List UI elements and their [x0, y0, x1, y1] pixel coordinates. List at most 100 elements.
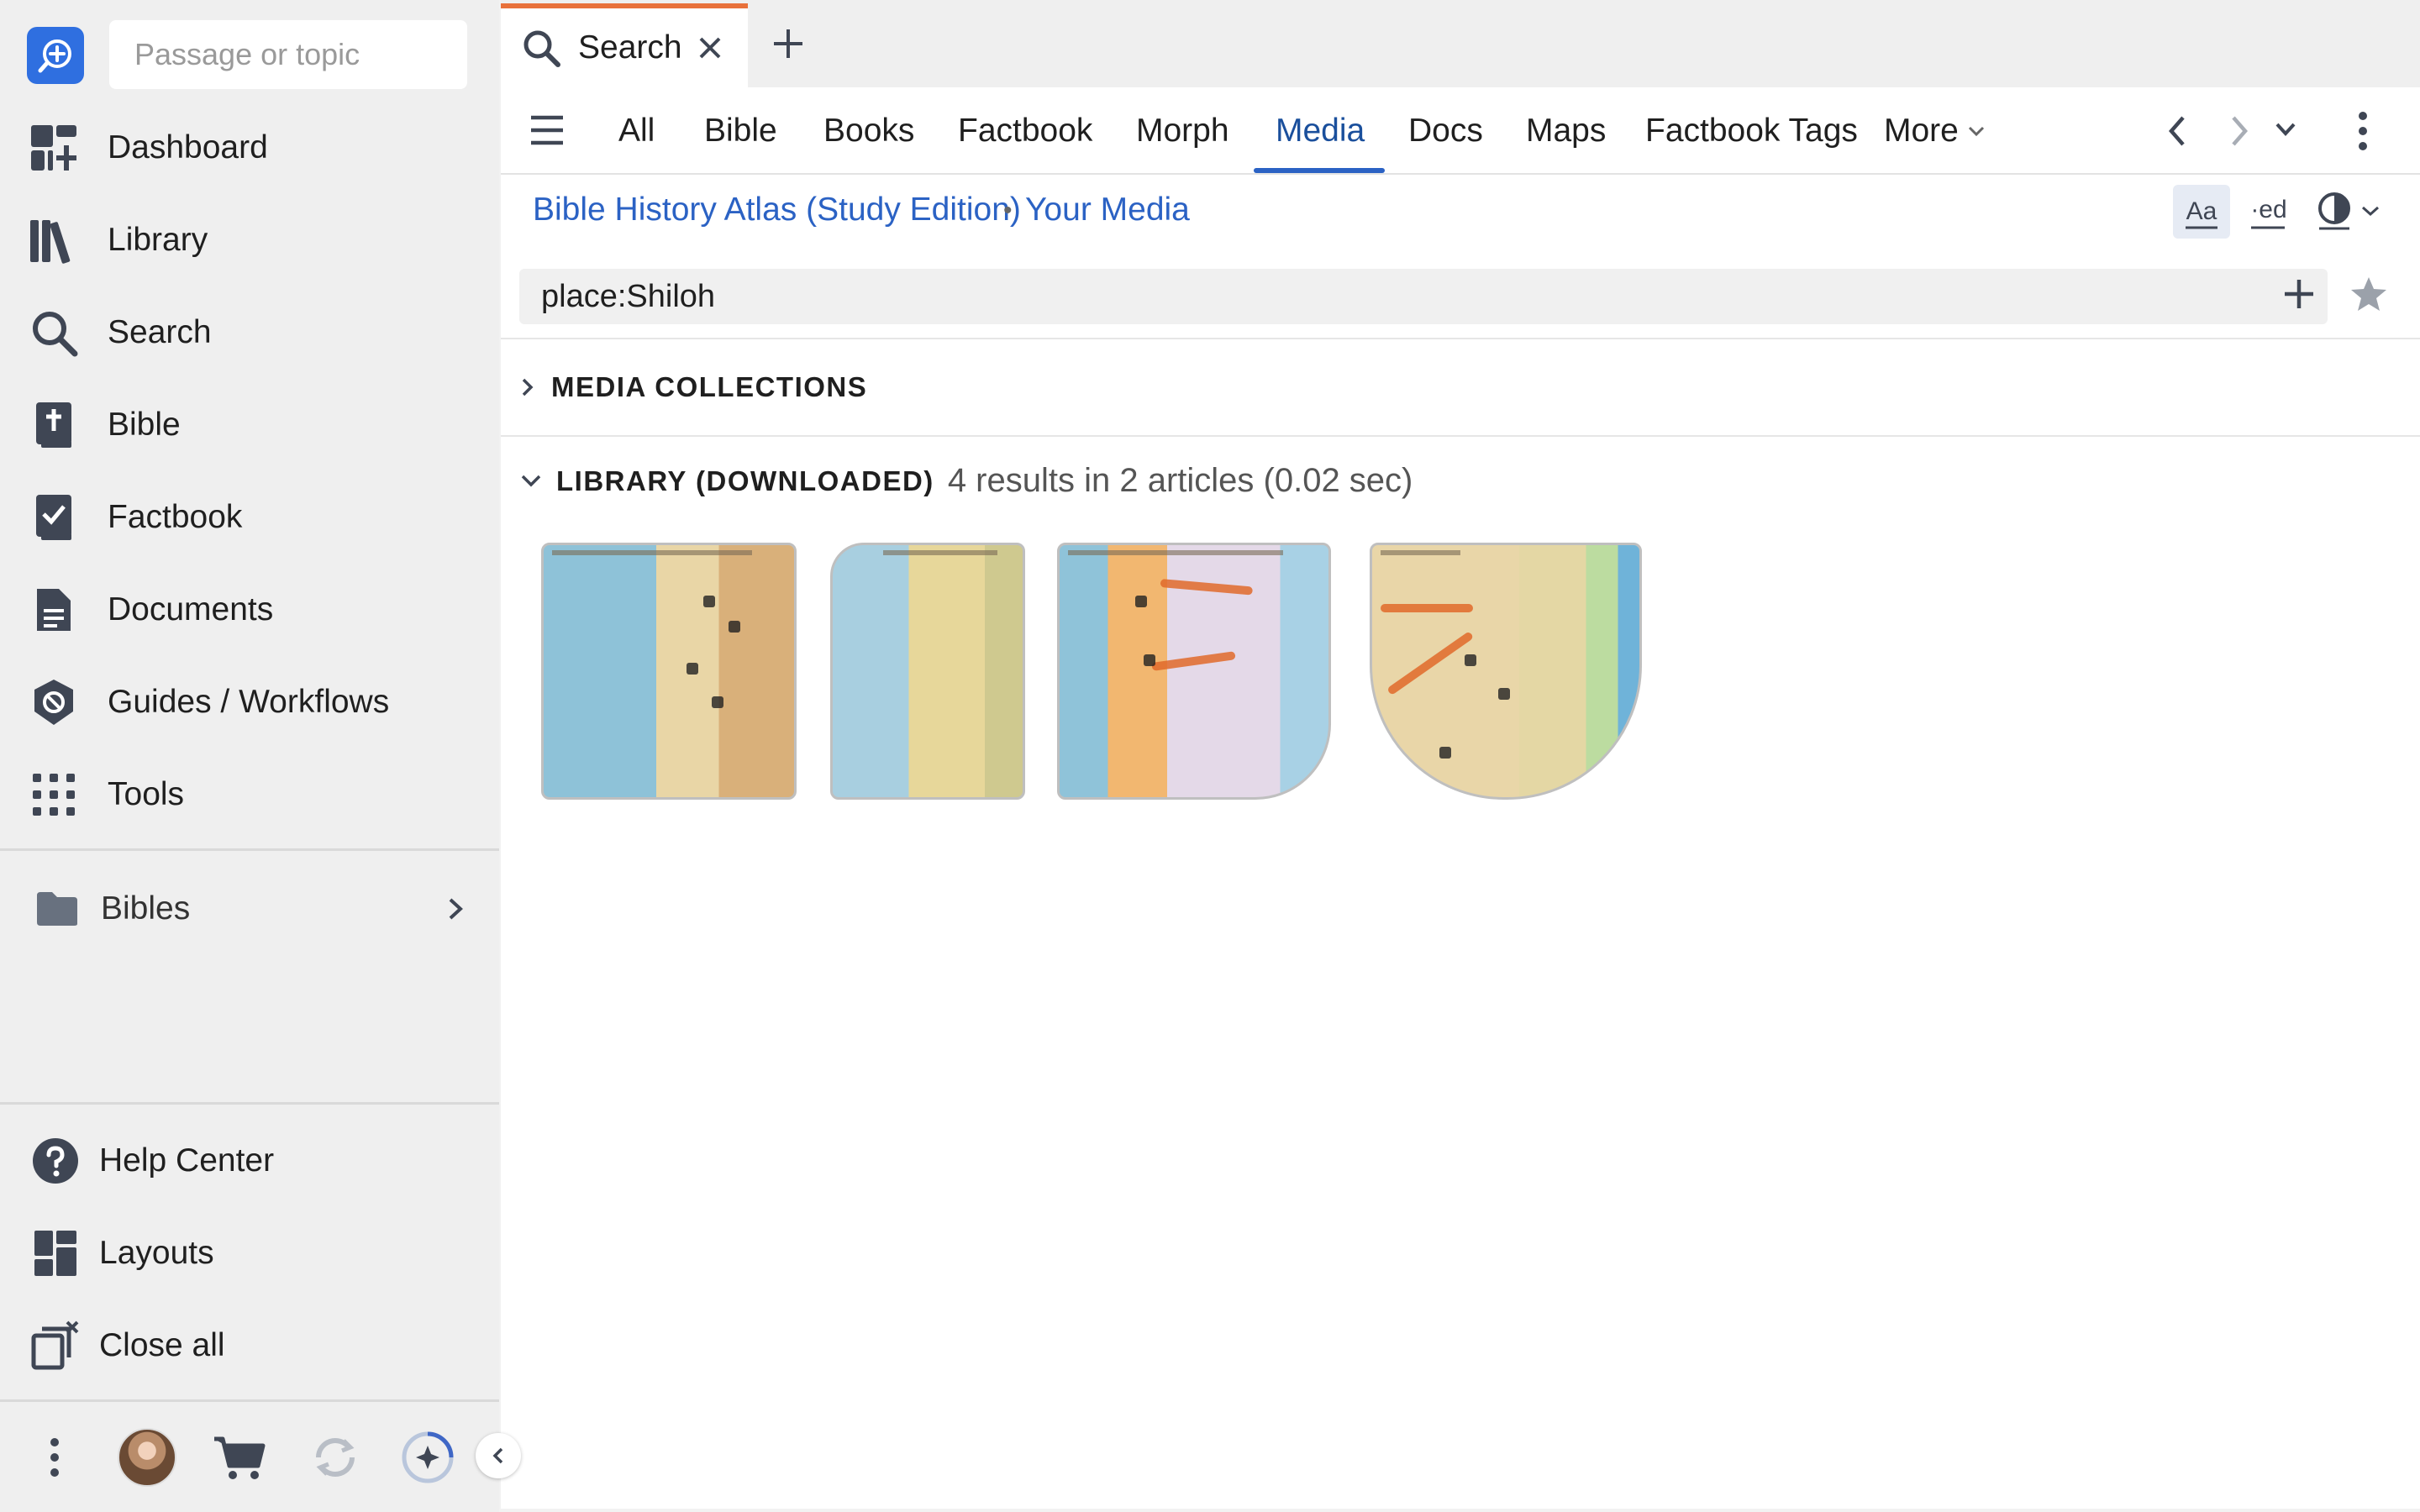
sidebar-item-label: Close all — [99, 1327, 225, 1363]
sidebar-item-library[interactable]: Library — [0, 198, 499, 282]
avatar[interactable] — [118, 1428, 176, 1487]
map-marker — [1439, 747, 1451, 759]
search-query-field[interactable]: place:Shiloh — [519, 269, 2328, 324]
scope-link[interactable]: Your Media — [1025, 192, 1190, 228]
history-dropdown-icon[interactable] — [2274, 121, 2297, 138]
section-title: LIBRARY (DOWNLOADED) — [556, 465, 934, 496]
sidebar-item-label: Factbook — [108, 499, 243, 535]
add-query-icon[interactable] — [2282, 277, 2316, 311]
sidebar-item-label: Dashboard — [108, 129, 268, 165]
more-vertical-icon[interactable] — [2358, 111, 2368, 151]
tools-icon — [29, 769, 79, 820]
map-title-text — [552, 550, 753, 555]
tab-bible[interactable]: Bible — [704, 87, 777, 175]
sidebar-item-documents[interactable]: Documents — [0, 568, 499, 652]
sidebar-folder-label: Bibles — [101, 890, 191, 927]
sidebar-item-bible[interactable]: Bible — [0, 383, 499, 467]
sidebar-item-dashboard[interactable]: Dashboard — [0, 106, 499, 190]
more-label: More — [1884, 113, 1959, 149]
map-route — [1381, 604, 1473, 612]
search-icon — [521, 28, 561, 68]
tab-morph[interactable]: Morph — [1136, 87, 1229, 175]
sidebar-item-factbook[interactable]: Factbook — [0, 475, 499, 559]
sidebar-item-close-all[interactable]: Close all — [0, 1304, 499, 1388]
sidebar-item-layouts[interactable]: Layouts — [0, 1211, 499, 1295]
map-marker — [1135, 596, 1147, 607]
tab-factbook-tags[interactable]: Factbook Tags — [1645, 87, 1858, 175]
bible-icon — [29, 400, 79, 450]
sidebar-item-label: Search — [108, 314, 212, 350]
sync-icon[interactable] — [306, 1428, 365, 1487]
library-icon — [29, 215, 79, 265]
chevron-right-icon — [522, 378, 534, 396]
cart-icon[interactable] — [210, 1428, 269, 1487]
font-size-button[interactable]: Aa — [2173, 185, 2230, 239]
close-all-icon — [30, 1320, 81, 1371]
tab-docs[interactable]: Docs — [1408, 87, 1483, 175]
sidebar-item-label: Tools — [108, 776, 185, 812]
tab-media[interactable]: Media — [1276, 87, 1365, 175]
tab-maps[interactable]: Maps — [1526, 87, 1606, 175]
map-thumbnail-4[interactable] — [1370, 543, 1642, 800]
map-marker — [729, 621, 740, 633]
tab-factbook[interactable]: Factbook — [958, 87, 1092, 175]
search-category-bar: All Bible Books Factbook Morph Media Doc… — [501, 87, 2420, 175]
search-query-text: place:Shiloh — [541, 278, 716, 314]
favorite-star-icon[interactable] — [2349, 276, 2388, 312]
ai-assistant-icon[interactable] — [398, 1428, 457, 1487]
sidebar-item-label: Help Center — [99, 1142, 275, 1179]
collapse-sidebar-button[interactable] — [476, 1433, 521, 1478]
map-thumbnail-3[interactable] — [1057, 543, 1331, 800]
media-collections-header[interactable]: MEDIA COLLECTIONS — [519, 371, 867, 403]
help-icon — [30, 1136, 81, 1186]
map-route — [1160, 579, 1254, 596]
sidebar-divider — [0, 848, 499, 851]
tab-books[interactable]: Books — [823, 87, 914, 175]
tab-search[interactable]: Search — [501, 3, 748, 87]
resource-link[interactable]: Bible History Atlas (Study Edition) — [533, 192, 1021, 228]
logos-logo-icon[interactable] — [27, 27, 84, 84]
more-menu[interactable]: More — [1884, 87, 1986, 175]
library-downloaded-header[interactable]: LIBRARY (DOWNLOADED) 4 results in 2 arti… — [519, 462, 1413, 500]
documents-icon — [29, 585, 79, 635]
sidebar-item-guides[interactable]: Guides / Workflows — [0, 660, 499, 744]
display-mode-icon[interactable] — [2316, 190, 2381, 232]
section-title: MEDIA COLLECTIONS — [551, 371, 868, 402]
map-marker — [1498, 688, 1510, 700]
chevron-right-icon — [445, 896, 466, 921]
sidebar-divider — [0, 1399, 499, 1402]
sidebar-item-label: Bible — [108, 407, 181, 443]
breadcrumb-separator: • — [1003, 197, 1013, 224]
close-icon[interactable] — [697, 35, 723, 60]
sidebar-item-help-center[interactable]: Help Center — [0, 1119, 499, 1203]
divider — [501, 338, 2420, 339]
more-vertical-icon[interactable] — [25, 1428, 84, 1487]
sidebar-item-label: Guides / Workflows — [108, 684, 390, 720]
map-route — [1386, 631, 1475, 696]
map-marker — [1465, 654, 1476, 666]
new-tab-icon[interactable] — [771, 27, 805, 60]
map-marker — [703, 596, 715, 607]
sidebar-item-label: Documents — [108, 591, 274, 627]
tab-all[interactable]: All — [618, 87, 655, 175]
main-panel: Search All Bible Books Factbook Morph Me… — [501, 0, 2420, 1512]
sidebar-item-label: Layouts — [99, 1235, 214, 1271]
map-marker — [687, 663, 698, 675]
sidebar-item-tools[interactable]: Tools — [0, 753, 499, 837]
hamburger-menu-icon[interactable] — [529, 114, 565, 146]
map-marker — [712, 696, 723, 708]
chevron-down-icon — [1967, 124, 1986, 138]
forward-arrow-icon[interactable] — [2227, 113, 2252, 150]
search-icon — [29, 307, 79, 358]
sidebar-divider — [0, 1102, 499, 1105]
back-arrow-icon[interactable] — [2165, 113, 2190, 150]
map-thumbnail-2[interactable] — [830, 543, 1025, 800]
map-thumbnail-1[interactable] — [541, 543, 797, 800]
map-title-text — [1068, 550, 1283, 555]
chevron-down-icon — [521, 475, 541, 486]
sidebar-folder-bibles[interactable]: Bibles — [0, 867, 499, 951]
spell-check-icon[interactable]: ·ed — [2242, 185, 2292, 239]
svg-text:·ed: ·ed — [2250, 196, 2286, 223]
sidebar-item-search[interactable]: Search — [0, 291, 499, 375]
passage-input[interactable] — [109, 20, 467, 89]
